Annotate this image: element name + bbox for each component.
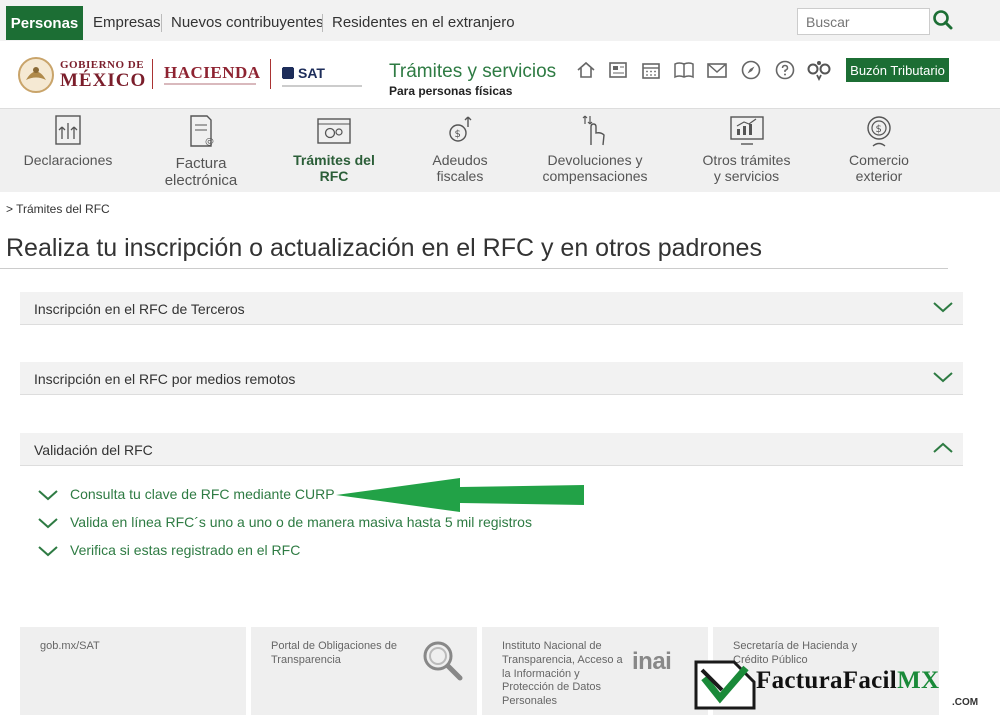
tab-separator xyxy=(322,14,323,32)
nav-otros-label-2: y servicios xyxy=(713,168,780,185)
chevron-up-icon xyxy=(933,442,953,453)
page-section-subtitle: Para personas físicas xyxy=(389,84,513,98)
page-section-title: Trámites y servicios xyxy=(389,61,557,82)
tab-personas[interactable]: Personas xyxy=(6,6,83,40)
chevron-down-icon xyxy=(933,372,953,383)
brand-domain: .COM xyxy=(952,697,979,708)
link-verifica-registro-rfc[interactable]: Verifica si estas registrado en el RFC xyxy=(38,542,300,558)
accordion-label: Validación del RFC xyxy=(34,442,153,458)
adeudos-icon: $ xyxy=(449,116,472,142)
factura-icon: @ xyxy=(190,115,214,147)
book-icon[interactable] xyxy=(673,59,695,81)
svg-text:$: $ xyxy=(876,124,882,135)
accordion-inscripcion-terceros[interactable]: Inscripción en el RFC de Terceros xyxy=(20,292,963,325)
chevron-down-icon xyxy=(38,490,58,501)
nav-tramites-label-1: Trámites del xyxy=(293,152,375,168)
chevron-down-icon xyxy=(933,302,953,313)
accordion-label: Inscripción en el RFC de Terceros xyxy=(34,301,245,317)
magnifier-icon xyxy=(423,641,463,681)
search-icon[interactable] xyxy=(932,9,954,31)
title-divider xyxy=(0,268,948,269)
nav-otros-tramites[interactable]: Otros trámites y servicios xyxy=(694,109,799,192)
footer-transparencia-text: Portal de Obligaciones de Transparencia xyxy=(271,640,397,666)
link-valida-rfc-masiva[interactable]: Valida en línea RFC´s uno a uno o de man… xyxy=(38,514,532,530)
hacienda-tagline xyxy=(164,83,256,85)
footer-inai[interactable]: Instituto Nacional de Transparencia, Acc… xyxy=(482,627,708,715)
home-icon[interactable] xyxy=(575,59,597,81)
comercio-exterior-icon: $ xyxy=(867,116,891,147)
facturafacil-logo-icon xyxy=(694,660,756,710)
accessibility-icon[interactable] xyxy=(806,59,832,81)
tramites-rfc-icon xyxy=(317,118,351,144)
brand-wordmark: FacturaFacilMX xyxy=(756,667,940,694)
svg-text:$: $ xyxy=(455,129,461,140)
accordion-inscripcion-remotos[interactable]: Inscripción en el RFC por medios remotos xyxy=(20,362,963,395)
site-header: GOBIERNO DE MÉXICO HACIENDA SAT Trámites… xyxy=(0,41,1000,109)
tab-empresas[interactable]: Empresas xyxy=(93,14,161,31)
main-nav: Declaraciones @ Factura electrónica Trám… xyxy=(0,109,1000,192)
facturafacil-watermark: FacturaFacilMX .COM xyxy=(694,660,994,710)
nav-factura-electronica[interactable]: @ Factura electrónica xyxy=(150,109,252,192)
link-label: Verifica si estas registrado en el RFC xyxy=(70,542,301,558)
eagle-seal-icon xyxy=(18,57,54,93)
nav-devoluciones-label-2: compensaciones xyxy=(542,168,648,185)
nav-comercio-label-1: Comercio xyxy=(849,152,909,168)
sat-logo[interactable]: SAT xyxy=(282,65,325,81)
nav-adeudos-fiscales[interactable]: $ Adeudos fiscales xyxy=(410,109,510,192)
top-bar: Personas Empresas Nuevos contribuyentes … xyxy=(0,0,1000,41)
link-label: Consulta tu clave de RFC mediante CURP xyxy=(70,486,335,502)
nav-factura-label-1: Factura xyxy=(175,155,227,172)
accordion-label: Inscripción en el RFC por medios remotos xyxy=(34,371,296,387)
logo-divider xyxy=(270,59,271,89)
otros-tramites-icon xyxy=(729,116,764,145)
nav-declaraciones[interactable]: Declaraciones xyxy=(18,109,118,192)
nav-devoluciones-label-1: Devoluciones y xyxy=(547,152,643,168)
nav-otros-label-1: Otros trámites xyxy=(702,152,791,168)
gobierno-mexico-wordmark: GOBIERNO DE MÉXICO xyxy=(60,59,147,91)
page-title: Realiza tu inscripción o actualización e… xyxy=(6,234,762,262)
breadcrumb[interactable]: > Trámites del RFC xyxy=(6,202,110,216)
nav-declaraciones-label: Declaraciones xyxy=(23,152,113,168)
svg-text:@: @ xyxy=(205,137,214,147)
footer-inai-text: Instituto Nacional de Transparencia, Acc… xyxy=(502,640,623,707)
gobierno-mexico-logo[interactable]: GOBIERNO DE MÉXICO xyxy=(16,55,147,95)
chevron-down-icon xyxy=(38,546,58,557)
green-pointer-arrow-icon xyxy=(336,478,584,512)
calendar-icon[interactable] xyxy=(640,59,662,81)
link-consulta-rfc-curp[interactable]: Consulta tu clave de RFC mediante CURP xyxy=(38,486,335,502)
tab-separator xyxy=(161,14,162,32)
chevron-down-icon xyxy=(38,518,58,529)
tab-nuevos-contribuyentes[interactable]: Nuevos contribuyentes xyxy=(171,14,324,31)
sat-dots-icon xyxy=(282,67,294,79)
buzon-tributario-button[interactable]: Buzón Tributario xyxy=(846,58,949,82)
hacienda-logo[interactable]: HACIENDA xyxy=(164,63,261,83)
help-icon[interactable] xyxy=(774,59,796,81)
declaraciones-icon xyxy=(55,115,81,145)
footer-gob-sat-text: gob.mx/SAT xyxy=(40,640,100,652)
nav-factura-label-2: electrónica xyxy=(164,172,238,190)
link-label: Valida en línea RFC´s uno a uno o de man… xyxy=(70,514,532,530)
search-input[interactable] xyxy=(797,8,930,35)
nav-tramites-rfc[interactable]: Trámites del RFC xyxy=(284,109,384,192)
sat-tagline xyxy=(282,85,362,87)
nav-comercio-exterior[interactable]: $ Comercio exterior xyxy=(829,109,929,192)
compass-icon[interactable] xyxy=(740,59,762,81)
nav-devoluciones[interactable]: Devoluciones y compensaciones xyxy=(536,109,654,192)
inai-logo: inai xyxy=(632,648,672,675)
footer-gob-sat[interactable]: gob.mx/SAT xyxy=(20,627,246,715)
footer-portal-transparencia[interactable]: Portal de Obligaciones de Transparencia xyxy=(251,627,477,715)
news-icon[interactable] xyxy=(607,59,629,81)
accordion-validacion-rfc[interactable]: Validación del RFC xyxy=(20,433,963,466)
logo-divider xyxy=(152,59,153,89)
nav-comercio-label-2: exterior xyxy=(855,168,903,185)
nav-adeudos-label-1: Adeudos xyxy=(432,152,488,168)
mail-icon[interactable] xyxy=(706,59,728,81)
nav-tramites-label-2: RFC xyxy=(319,168,349,185)
devoluciones-icon xyxy=(582,115,605,146)
nav-adeudos-label-2: fiscales xyxy=(436,168,484,185)
tab-residentes-extranjero[interactable]: Residentes en el extranjero xyxy=(332,14,515,31)
